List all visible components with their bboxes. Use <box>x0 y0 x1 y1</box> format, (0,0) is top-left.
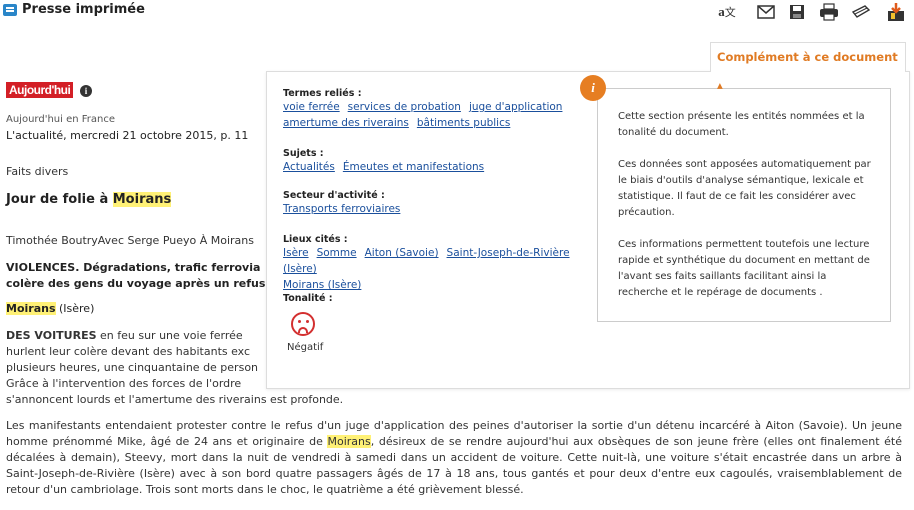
place-link[interactable]: Isère <box>283 247 309 259</box>
dateline: L'actualité, mercredi 21 octobre 2015, p… <box>6 129 249 142</box>
source-name: Aujourd'hui en France <box>6 114 115 125</box>
save-icon[interactable] <box>786 2 808 22</box>
place-link[interactable]: Moirans (Isère) <box>283 279 361 291</box>
tonalite-heading: Tonalité : <box>283 293 333 304</box>
tonalite-value: Négatif <box>287 342 324 353</box>
note-paragraph: Ces informations permettent toutefois un… <box>618 239 870 298</box>
rubric: Faits divers <box>6 165 69 178</box>
page-title: Presse imprimée <box>22 2 145 17</box>
subject-link[interactable]: Actualités <box>283 161 335 173</box>
term-link[interactable]: juge d'application <box>469 101 563 113</box>
note-paragraph: Cette section présente les entités nommé… <box>618 111 865 138</box>
secteur-heading: Secteur d'activité : <box>283 190 385 201</box>
term-link[interactable]: services de probation <box>348 101 461 113</box>
print-icon[interactable] <box>818 2 840 22</box>
sujets-list: Actualités Émeutes et manifestations <box>283 159 579 175</box>
termes-list: voie ferrée services de probation juge d'a… <box>283 99 579 131</box>
info-note: i Cette section présente les entités nom… <box>580 75 891 322</box>
complement-panel: Termes reliés : voie ferrée services de p… <box>266 71 910 389</box>
term-link[interactable]: voie ferrée <box>283 101 340 113</box>
complement-tab[interactable]: Complément à ce document ▴ <box>710 42 906 92</box>
translate-icon[interactable]: a文 <box>716 2 738 22</box>
headline-highlight: Moirans <box>112 192 172 207</box>
note-paragraph: Ces données sont apposées automatiquemen… <box>618 159 871 218</box>
termes-heading: Termes reliés : <box>283 88 362 99</box>
info-icon: i <box>580 75 606 101</box>
term-link[interactable]: bâtiments publics <box>417 117 510 129</box>
info-icon[interactable]: i <box>80 85 92 97</box>
lieux-heading: Lieux cités : <box>283 234 348 245</box>
publication-logo: Aujourd'hui <box>6 82 74 98</box>
secteur-list: Transports ferroviaires <box>283 201 579 217</box>
headline: Jour de folie à Moirans <box>6 192 172 207</box>
sad-face-icon <box>291 312 315 336</box>
document-icon <box>3 4 17 16</box>
place-link[interactable]: Somme <box>317 247 357 259</box>
send-icon[interactable] <box>850 2 872 22</box>
lieux-list: Isère Somme Aiton (Savoie) Saint-Joseph-de-… <box>283 245 579 293</box>
article-paragraph-2: Les manifestants entendaient protester c… <box>6 419 902 496</box>
author-line: Timothée BoutryAvec Serge Pueyo À Moiran… <box>6 234 254 247</box>
place-link[interactable]: Aiton (Savoie) <box>365 247 439 259</box>
sujets-heading: Sujets : <box>283 148 324 159</box>
term-link[interactable]: amertume des riverains <box>283 117 409 129</box>
subject-link[interactable]: Émeutes et manifestations <box>343 161 484 173</box>
email-icon[interactable] <box>755 2 777 22</box>
place-line: Moirans (Isère) <box>6 302 95 315</box>
sector-link[interactable]: Transports ferroviaires <box>283 203 400 215</box>
download-icon[interactable] <box>885 2 907 22</box>
